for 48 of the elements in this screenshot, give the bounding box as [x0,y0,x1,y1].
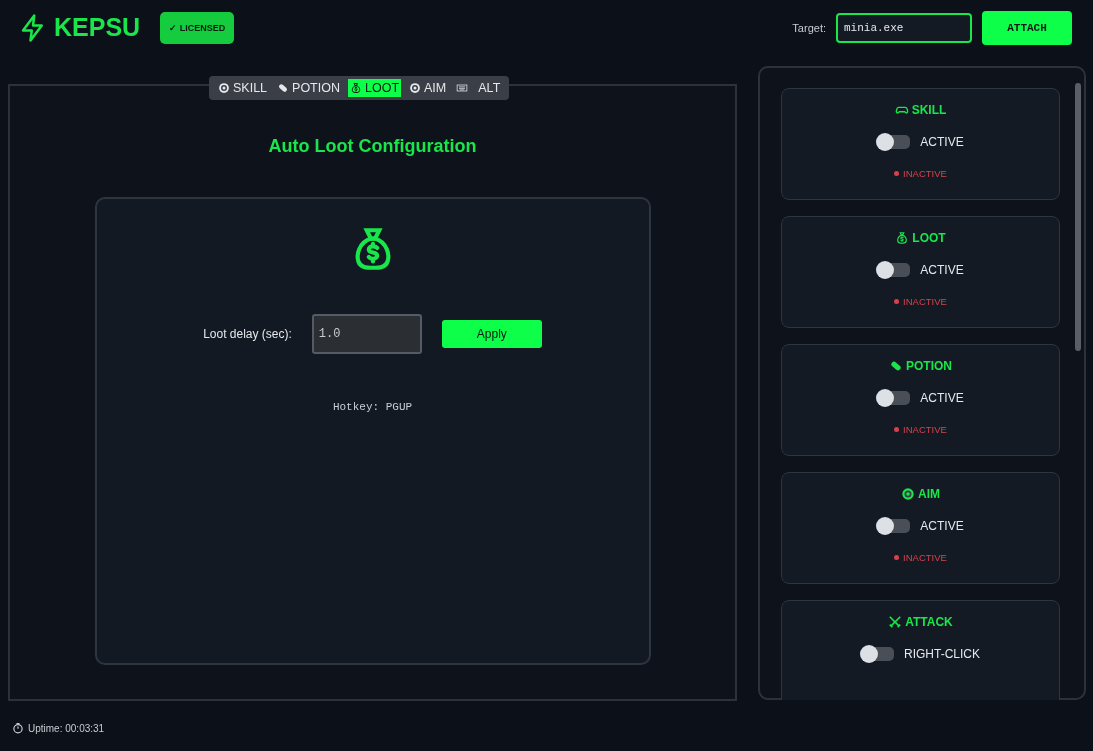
toggle-label: RIGHT-CLICK [904,647,980,661]
status-dot-icon [894,555,900,560]
crossed-swords-icon [888,615,903,629]
module-title: SKILL [911,103,947,117]
status-text: INACTIVE [894,552,947,563]
toggle-switch[interactable] [877,519,911,533]
hotkey-text: Hotkey: PGUP [332,401,413,413]
keyboard-icon [456,82,469,94]
status-dot-icon [894,427,900,432]
money-bag-icon [350,82,362,94]
uptime-text: Uptime: 00:03:31 [28,722,105,734]
module-title: LOOT [912,231,946,245]
status-dot-icon [894,171,900,176]
toggle-label: ACTIVE [920,391,964,405]
stopwatch-icon [12,722,24,734]
toggle-label: ACTIVE [920,519,964,533]
target-icon [218,82,230,94]
toggle-switch[interactable] [861,647,894,661]
money-bag-icon [895,231,910,245]
license-badge: ✓ LICENSED [160,11,235,44]
status-text: INACTIVE [894,296,947,307]
apply-button[interactable]: Apply [441,320,542,348]
app-logo: KEPSU [54,13,141,42]
tab[interactable]: LOOT [348,79,402,97]
target-icon [901,487,915,501]
scrollbar-thumb[interactable] [1075,83,1081,351]
module-title: AIM [918,487,940,501]
toggle-switch[interactable] [877,391,911,405]
toggle-label: ACTIVE [920,135,964,149]
delay-field[interactable]: 1.0 [311,314,422,354]
target-field[interactable]: minia.exe [836,12,972,43]
tab[interactable]: ALT [476,79,503,97]
status-text: INACTIVE [894,168,947,179]
status-dot-icon [894,299,900,304]
toggle-switch[interactable] [877,263,911,277]
toggle-label: ACTIVE [920,263,964,277]
target-label: Target: [792,21,826,34]
target-icon [409,82,422,94]
tab[interactable]: AIM [407,79,449,97]
config-title: Auto Loot Configuration [268,136,477,157]
attach-button[interactable]: ATTACH [982,10,1072,45]
module-title: ATTACK [905,615,953,629]
tab[interactable]: POTION [275,79,342,97]
tab[interactable]: SKILL [216,79,270,97]
module-title: POTION [906,359,952,373]
status-text: INACTIVE [894,424,947,435]
delay-label: Loot delay (sec): [203,327,292,341]
toggle-switch[interactable] [877,135,911,149]
